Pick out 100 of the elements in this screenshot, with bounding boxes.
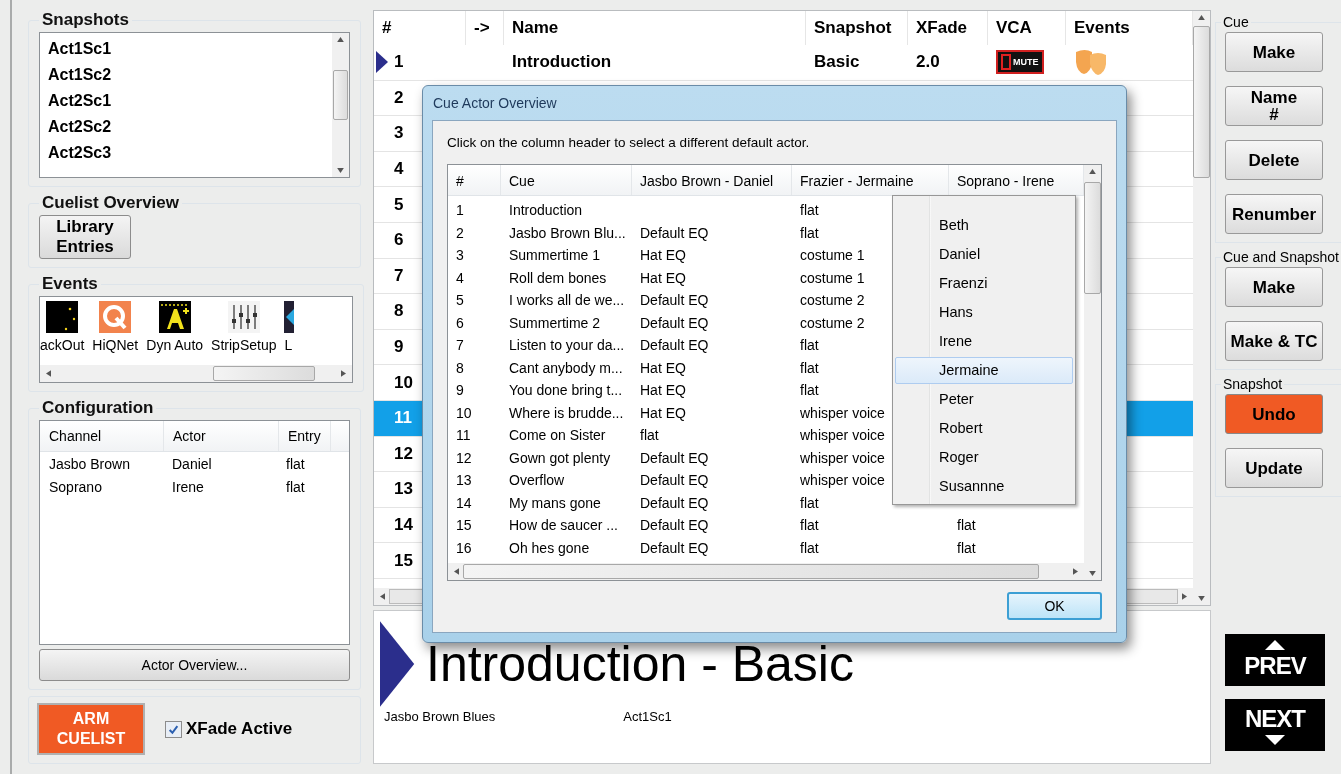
table-cell: Default EQ xyxy=(640,449,709,466)
event-item[interactable]: StripSetup xyxy=(211,301,277,361)
scrollbar[interactable] xyxy=(448,563,1084,580)
menu-item[interactable]: Robert xyxy=(895,415,1073,442)
menu-item[interactable]: Jermaine xyxy=(895,357,1073,384)
table-cell-text: Oh hes gone xyxy=(508,538,591,558)
table-cell: costume 2 xyxy=(800,314,865,331)
scroll-arrow-icon[interactable] xyxy=(454,568,459,575)
action-button[interactable]: Renumber xyxy=(1225,194,1323,234)
cue-number: 3 xyxy=(394,123,404,144)
scroll-arrow-icon[interactable] xyxy=(341,370,346,377)
xfade-checkbox[interactable]: XFade Active xyxy=(165,719,293,739)
table-cell-text: 6 xyxy=(455,313,465,333)
table-cell-text: Summertime 2 xyxy=(508,313,602,333)
snapshot-item[interactable]: Act1Sc2 xyxy=(48,62,332,88)
column-header[interactable]: VCA xyxy=(988,11,1066,45)
cue-xfade: 2.0 xyxy=(916,52,940,73)
column-header[interactable]: Cue xyxy=(501,165,632,195)
event-item[interactable]: ackOut xyxy=(40,301,85,361)
ok-button[interactable]: OK xyxy=(1007,592,1102,620)
group-title: Snapshot xyxy=(1222,376,1284,392)
scrollbar[interactable] xyxy=(1193,11,1210,605)
action-button[interactable]: Undo xyxy=(1225,394,1323,434)
scroll-arrow-icon[interactable] xyxy=(1182,593,1187,600)
scroll-arrow-icon[interactable] xyxy=(46,370,51,377)
table-cell-text: 15 xyxy=(455,516,473,535)
menu-item[interactable]: Hans xyxy=(895,299,1073,326)
scroll-arrow-icon[interactable] xyxy=(1073,568,1078,575)
action-button[interactable]: Make xyxy=(1225,32,1323,72)
cue-number: 13 xyxy=(394,479,413,500)
table-cell-text: flat xyxy=(285,455,306,474)
menu-item[interactable]: Susannne xyxy=(895,473,1073,500)
scroll-arrow-icon[interactable] xyxy=(1089,571,1096,576)
library-entries-button[interactable]: Library Entries xyxy=(39,215,131,259)
scroll-arrow-icon[interactable] xyxy=(337,168,344,173)
event-label: StripSetup xyxy=(211,337,277,353)
table-cell: flat xyxy=(957,517,976,533)
scrollbar[interactable] xyxy=(332,33,349,177)
event-item[interactable]: HiQNet xyxy=(92,301,139,361)
scroll-arrow-icon[interactable] xyxy=(1198,15,1205,20)
cue-number: 6 xyxy=(394,230,404,251)
group-title: Cue xyxy=(1222,14,1250,30)
table-cell-text: 16 xyxy=(455,538,473,558)
scroll-arrow-icon[interactable] xyxy=(337,37,344,42)
action-button[interactable]: Make & TC xyxy=(1225,321,1323,361)
column-header[interactable]: Entry xyxy=(279,421,331,451)
menu-item[interactable]: Beth xyxy=(895,212,1073,239)
scroll-arrow-icon[interactable] xyxy=(380,593,385,600)
table-cell-text: 12 xyxy=(455,448,473,468)
menu-item[interactable]: Daniel xyxy=(895,241,1073,268)
table-cell-text: My mans gone xyxy=(508,493,602,513)
table-cell: whisper voice xyxy=(800,449,885,466)
table-cell: Hat EQ xyxy=(640,382,686,398)
actor-overview-button[interactable]: Actor Overview... xyxy=(39,649,350,681)
table-cell-text: Jasbo Brown Blu... xyxy=(508,223,627,243)
cue-row[interactable]: 1 Introduction Basic 2.0 MUTE xyxy=(374,45,1193,81)
snapshot-item[interactable]: Act2Sc3 xyxy=(48,140,332,166)
event-item[interactable]: L xyxy=(284,301,295,361)
group-title: Cue and Snapshot xyxy=(1222,249,1340,265)
column-header[interactable]: Snapshot xyxy=(806,11,908,45)
column-header[interactable]: # xyxy=(374,11,466,45)
action-button[interactable]: Name # xyxy=(1225,86,1323,126)
table-cell-text: 8 xyxy=(455,358,465,378)
table-cell: whisper voice xyxy=(800,427,885,443)
column-header[interactable]: XFade xyxy=(908,11,988,45)
menu-item[interactable]: Roger xyxy=(895,444,1073,471)
table-cell: costume 1 xyxy=(800,269,865,286)
column-header[interactable]: Name xyxy=(504,11,806,45)
next-button[interactable]: NEXT xyxy=(1225,699,1325,751)
event-label: L xyxy=(284,337,293,353)
column-header[interactable]: Actor xyxy=(164,421,279,451)
scrollbar[interactable] xyxy=(40,365,352,382)
cue-number: 9 xyxy=(394,337,404,358)
table-cell-text: 4 xyxy=(455,268,465,288)
snapshot-item[interactable]: Act1Sc1 xyxy=(48,36,332,62)
column-header[interactable]: -> xyxy=(466,11,504,45)
table-cell-text: Daniel xyxy=(171,455,213,474)
column-header[interactable]: Jasbo Brown - Daniel xyxy=(632,165,792,195)
scroll-arrow-icon[interactable] xyxy=(1198,596,1205,601)
column-header[interactable]: # xyxy=(448,165,501,195)
event-item[interactable]: Dyn Auto xyxy=(146,301,204,361)
action-button[interactable]: Make xyxy=(1225,267,1323,307)
snapshot-item[interactable]: Act2Sc2 xyxy=(48,114,332,140)
menu-item[interactable]: Fraenzi xyxy=(895,270,1073,297)
action-button[interactable]: Update xyxy=(1225,448,1323,488)
table-cell-text: Roll dem bones xyxy=(508,268,608,288)
action-button[interactable]: Delete xyxy=(1225,140,1323,180)
prev-button[interactable]: PREV xyxy=(1225,634,1325,686)
scrollbar[interactable] xyxy=(1084,165,1101,580)
table-cell: flat xyxy=(800,337,819,353)
table-cell: Default EQ xyxy=(640,494,709,511)
column-header[interactable]: Channel xyxy=(40,421,164,451)
menu-item[interactable]: Peter xyxy=(895,386,1073,413)
snapshot-list[interactable]: Act1Sc1 Act1Sc2 Act2Sc1 Act2Sc2 Act2Sc3 xyxy=(39,32,350,178)
table-cell: Default EQ xyxy=(640,517,709,533)
current-snapshot: Act1Sc1 xyxy=(623,709,672,724)
menu-item[interactable]: Irene xyxy=(895,328,1073,355)
scroll-arrow-icon[interactable] xyxy=(1089,169,1096,174)
cue-number: 5 xyxy=(394,194,404,215)
snapshot-item[interactable]: Act2Sc1 xyxy=(48,88,332,114)
